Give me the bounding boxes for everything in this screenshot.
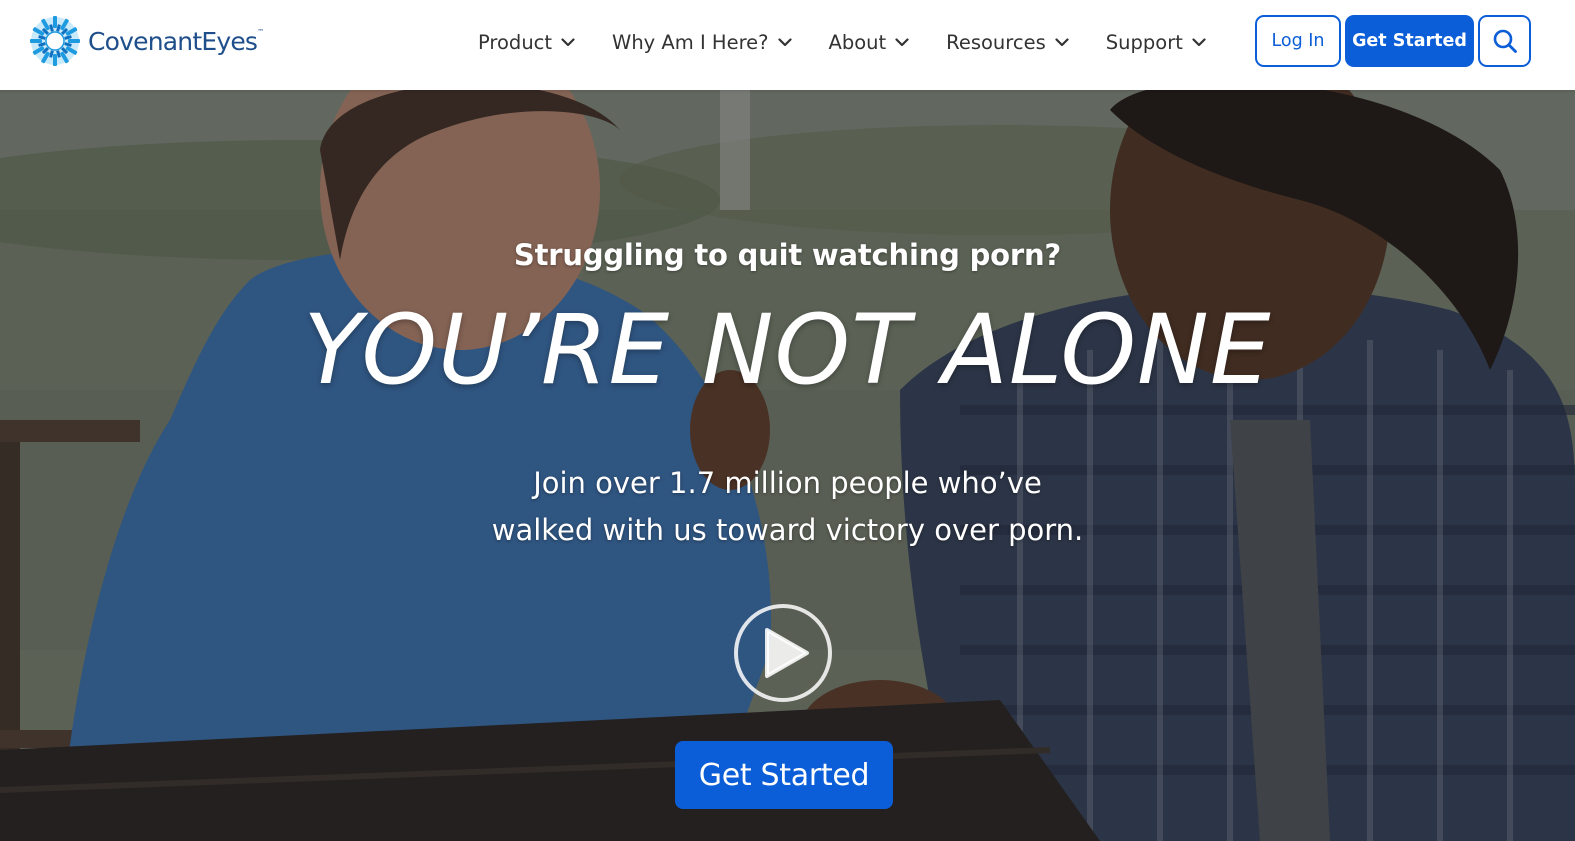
- hero-get-started-button[interactable]: Get Started: [675, 741, 893, 809]
- nav-item-why-am-i-here[interactable]: Why Am I Here?: [612, 30, 792, 54]
- nav-item-label: Why Am I Here?: [612, 30, 769, 54]
- nav-item-label: Resources: [946, 30, 1046, 54]
- site-header: CovenantEyes™ Product Why Am I Here? Abo…: [0, 0, 1575, 90]
- search-icon: [1493, 29, 1517, 53]
- play-icon: [765, 628, 809, 678]
- search-button[interactable]: [1478, 15, 1531, 67]
- logo-sunburst-icon: [30, 16, 80, 66]
- hero-subtext-line-1: Join over 1.7 million people who’ve: [533, 466, 1042, 500]
- header-actions: Log In Get Started: [1255, 15, 1531, 67]
- chevron-down-icon: [895, 37, 909, 46]
- chevron-down-icon: [1055, 37, 1069, 46]
- login-button[interactable]: Log In: [1255, 15, 1341, 67]
- hero-content: Struggling to quit watching porn? YOU’RE…: [0, 90, 1575, 841]
- hero-subtext-line-2: walked with us toward victory over porn.: [491, 513, 1084, 547]
- chevron-down-icon: [1192, 37, 1206, 46]
- nav-item-support[interactable]: Support: [1106, 31, 1206, 54]
- main-nav: Product Why Am I Here? About Resources S…: [478, 0, 1206, 84]
- covenant-eyes-logo[interactable]: CovenantEyes™: [28, 14, 264, 68]
- logo-name: CovenantEyes: [88, 26, 258, 56]
- hero-section: Struggling to quit watching porn? YOU’RE…: [0, 90, 1575, 841]
- logo-wordmark: CovenantEyes™: [88, 26, 265, 56]
- hero-subtext: Join over 1.7 million people who’ve walk…: [0, 460, 1575, 554]
- nav-item-label: About: [828, 30, 887, 54]
- nav-item-resources[interactable]: Resources: [946, 31, 1069, 54]
- chevron-down-icon: [777, 37, 792, 46]
- hero-eyebrow: Struggling to quit watching porn?: [513, 238, 1062, 272]
- page: CovenantEyes™ Product Why Am I Here? Abo…: [0, 0, 1575, 841]
- nav-item-about[interactable]: About: [829, 31, 910, 54]
- header-get-started-button[interactable]: Get Started: [1345, 15, 1474, 67]
- nav-item-product[interactable]: Product: [478, 31, 575, 54]
- logo-trademark: ™: [257, 27, 265, 36]
- video-play-button[interactable]: [734, 604, 832, 702]
- hero-title: YOU’RE NOT ALONE: [303, 294, 1272, 406]
- nav-item-label: Support: [1105, 30, 1183, 54]
- nav-item-label: Product: [478, 30, 553, 54]
- chevron-down-icon: [561, 37, 575, 46]
